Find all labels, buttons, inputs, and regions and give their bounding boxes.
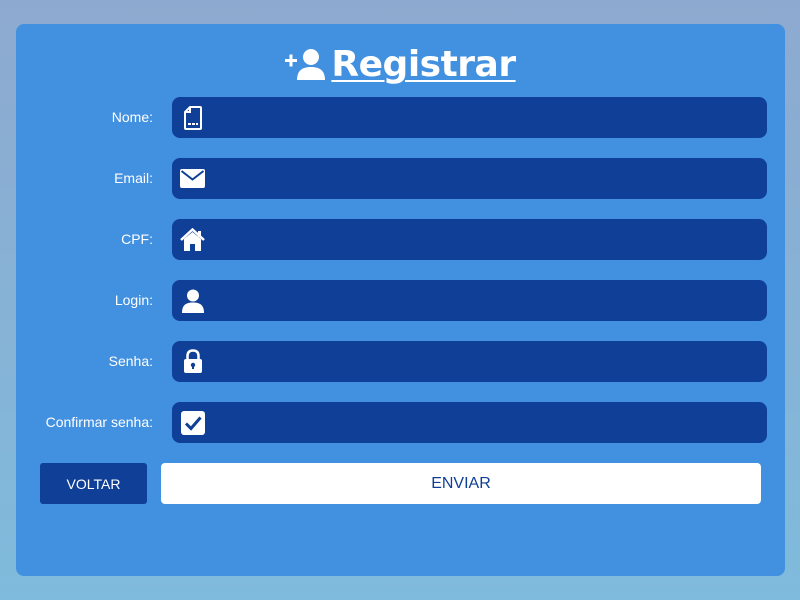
name-row: Nome: xyxy=(16,97,785,140)
form-title-text: Registrar xyxy=(331,44,516,85)
envelope-icon xyxy=(180,166,205,191)
login-row: Login: xyxy=(16,280,785,323)
login-label: Login: xyxy=(114,292,153,308)
lock-icon xyxy=(180,349,205,374)
login-input[interactable] xyxy=(214,280,763,323)
send-button[interactable]: ENVIAR xyxy=(161,463,761,504)
email-field[interactable] xyxy=(172,158,767,201)
login-field[interactable] xyxy=(172,280,767,323)
cpf-field[interactable] xyxy=(172,219,767,262)
back-button[interactable]: VOLTAR xyxy=(40,463,147,504)
confirm-password-input[interactable] xyxy=(214,402,763,445)
name-input[interactable] xyxy=(214,97,763,140)
email-input[interactable] xyxy=(214,158,763,201)
cpf-row: CPF: xyxy=(16,219,785,262)
password-label: Senha: xyxy=(108,353,153,369)
email-row: Email: xyxy=(16,158,785,201)
confirm-password-field[interactable] xyxy=(172,402,767,445)
password-input[interactable] xyxy=(214,341,763,384)
cpf-label: CPF: xyxy=(121,231,153,247)
email-label: Email: xyxy=(114,170,153,186)
user-icon xyxy=(180,288,205,313)
cpf-input[interactable] xyxy=(214,219,763,262)
name-field[interactable] xyxy=(172,97,767,140)
name-label: Nome: xyxy=(111,109,153,125)
home-icon xyxy=(180,227,205,252)
confirm-password-row: Confirmar senha: xyxy=(16,402,785,445)
add-user-icon xyxy=(285,48,326,80)
checkbox-icon xyxy=(180,410,205,435)
password-field[interactable] xyxy=(172,341,767,384)
document-icon xyxy=(180,105,205,130)
register-card: Registrar Nome: Email: CPF: Login: Senha… xyxy=(16,24,785,576)
form-title: Registrar xyxy=(16,44,785,85)
confirm-password-label: Confirmar senha: xyxy=(45,414,153,430)
password-row: Senha: xyxy=(16,341,785,384)
